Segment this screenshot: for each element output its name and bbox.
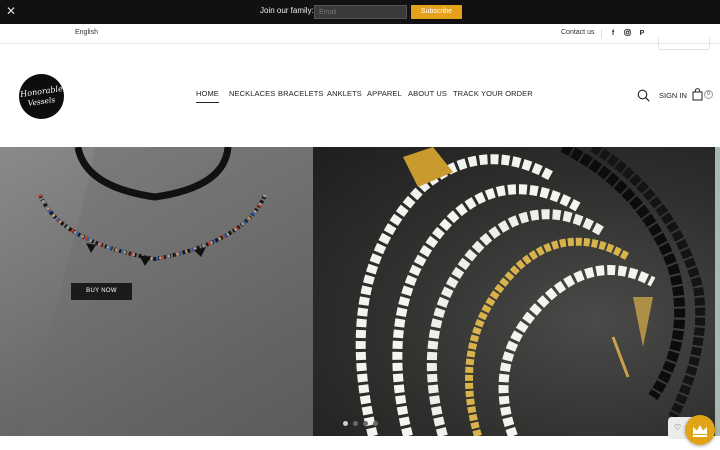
crown-icon [693,425,707,437]
header-tab [658,38,710,50]
slide-dot-1[interactable] [343,421,348,426]
hero-slide-necklace-image [0,147,313,436]
slide-dot-4[interactable] [373,421,378,426]
nav-item-necklaces[interactable]: NECKLACES [229,89,275,98]
buy-now-button[interactable]: BUY NOW [71,283,132,300]
utility-bar: English Contact us f P [0,24,720,50]
nav-item-bracelets[interactable]: BRACELETS [278,89,324,98]
nav-item-anklets[interactable]: ANKLETS [327,89,362,98]
slide-dot-2[interactable] [353,421,358,426]
cart-count-badge: 0 [704,90,713,99]
contact-link[interactable]: Contact us [561,29,594,36]
close-icon[interactable]: ✕ [5,5,17,17]
join-text: Join our family: [260,6,314,15]
heart-icon: ♡ [674,423,682,432]
nav-item-home[interactable]: HOME [196,89,219,103]
search-icon[interactable] [637,89,650,102]
brand-logo[interactable]: Honorable Vessels [19,74,64,119]
nav-item-about-us[interactable]: ABOUT US [408,89,447,98]
language-selector[interactable]: English [75,29,98,36]
nav-item-track-your-order[interactable]: TRACK YOUR ORDER [453,89,533,98]
subscribe-button[interactable]: Subscribe [411,5,462,19]
facebook-icon[interactable]: f [609,29,617,39]
instagram-icon[interactable] [623,29,631,40]
shopping-bag-icon[interactable] [692,88,703,101]
email-input[interactable] [314,5,407,19]
slide-dot-3[interactable] [363,421,368,426]
sign-in-link[interactable]: SIGN IN [659,91,687,100]
rewards-launcher-button[interactable] [685,415,715,445]
page-continuation [0,436,720,450]
pinterest-icon[interactable]: P [638,29,646,39]
announcement-bar: ✕ Join our family: Subscribe [0,0,720,24]
hero-slide-bracelets-image [313,147,715,436]
next-slide-peek [715,147,720,436]
nav-item-apparel[interactable]: APPAREL [367,89,402,98]
divider [601,29,602,39]
